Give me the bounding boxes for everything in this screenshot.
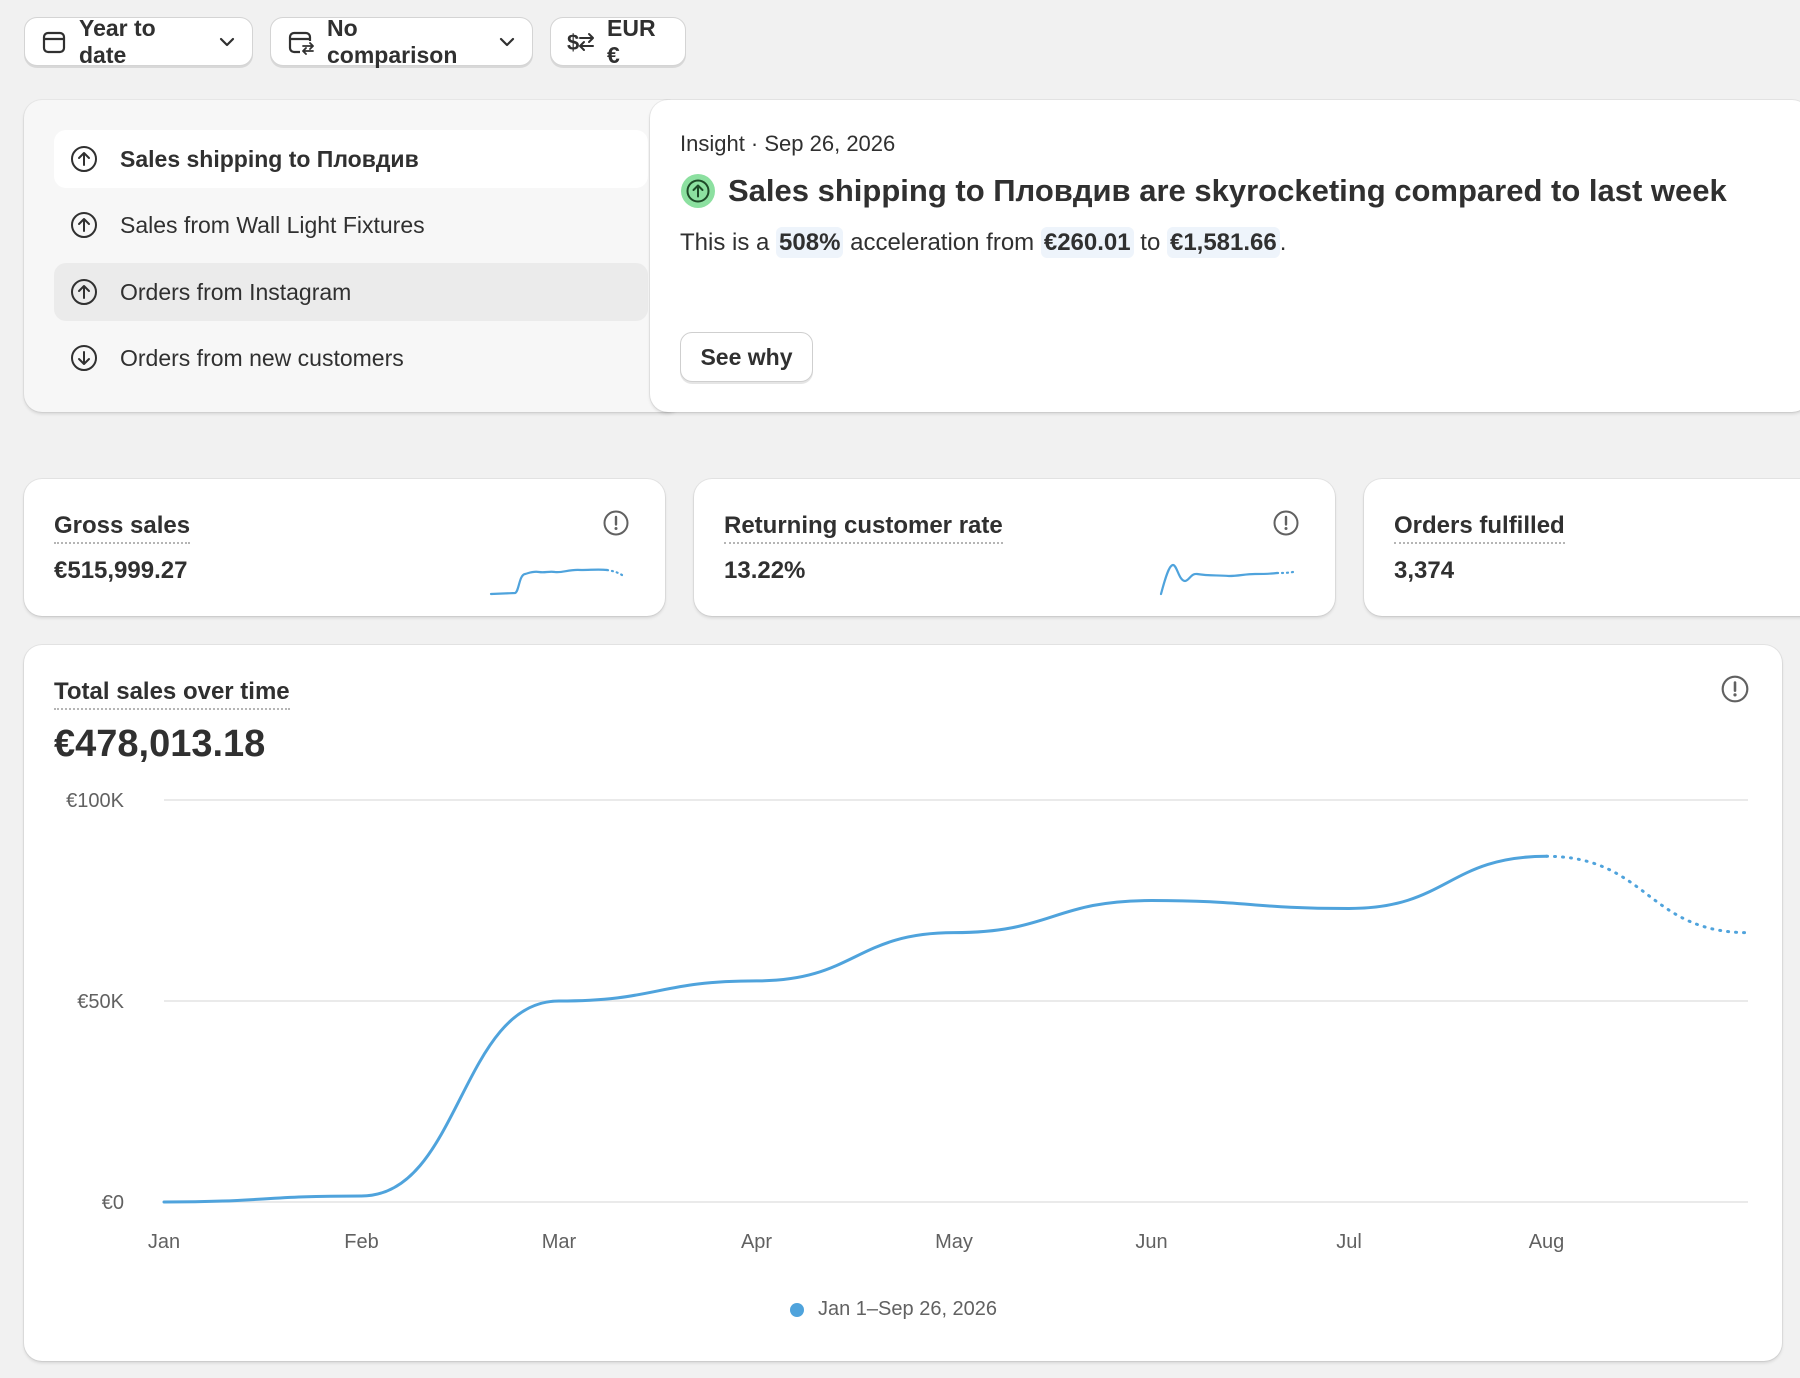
insights-list-panel: Sales shipping to Пловдив Sales from Wal…: [24, 100, 684, 412]
insight-to-value: €1,581.66: [1166, 227, 1280, 258]
insight-meta: Insight · Sep 26, 2026: [680, 131, 896, 156]
x-tick-label: Jul: [1336, 1231, 1362, 1253]
metric-card-gross-sales[interactable]: Gross sales €515,999.27: [24, 479, 665, 616]
metric-value: 13.22%: [724, 557, 806, 584]
x-axis: Jan Feb Mar Apr May Jun Jul Aug: [148, 1231, 1564, 1253]
y-axis: €0 €50K €100K: [66, 790, 124, 1214]
x-tick-label: Jun: [1135, 1231, 1167, 1253]
insight-item-wall-light[interactable]: Sales from Wall Light Fixtures: [54, 196, 648, 254]
insight-item-plovdiv[interactable]: Sales shipping to Пловдив: [54, 130, 648, 188]
currency-label: EUR €: [607, 14, 656, 68]
arrow-up-circle-icon: [71, 212, 97, 238]
calendar-compare-icon: [288, 31, 314, 55]
x-tick-label: Jan: [148, 1231, 180, 1253]
date-range-button[interactable]: Year to date: [24, 14, 253, 68]
insight-body-prefix: This is a: [680, 229, 770, 256]
insight-item-instagram[interactable]: Orders from Instagram: [54, 263, 648, 321]
calendar-icon: [42, 31, 66, 53]
sales-line-chart[interactable]: €0 €50K €100K Jan Feb Mar Apr May Jun Jul Aug: [24, 645, 1782, 1361]
x-tick-label: May: [935, 1231, 973, 1253]
arrow-up-circle-icon: [71, 146, 97, 172]
y-tick-label: €0: [102, 1192, 124, 1214]
chevron-down-icon: [499, 37, 515, 46]
see-why-button[interactable]: See why: [680, 332, 813, 382]
comparison-button[interactable]: No comparison: [270, 14, 533, 68]
insight-item-label: Orders from new customers: [120, 344, 404, 371]
insight-percent: 508%: [776, 227, 844, 258]
info-icon[interactable]: [602, 509, 630, 537]
currency-exchange-icon: $: [567, 30, 594, 54]
chart-legend[interactable]: Jan 1–Sep 26, 2026: [790, 1298, 997, 1321]
x-tick-label: Apr: [741, 1231, 772, 1253]
metric-title[interactable]: Gross sales: [54, 512, 191, 544]
returning-rate-sparkline: [1159, 563, 1295, 596]
series-line-projected: [1545, 854, 1750, 935]
legend-label: Jan 1–Sep 26, 2026: [818, 1298, 998, 1320]
info-icon[interactable]: [1272, 509, 1300, 537]
insight-item-label: Sales from Wall Light Fixtures: [120, 211, 425, 238]
svg-text:$: $: [567, 30, 579, 54]
metric-title[interactable]: Orders fulfilled: [1394, 512, 1565, 544]
metric-value: 3,374: [1394, 557, 1455, 584]
chevron-down-icon: [219, 37, 235, 46]
x-tick-label: Aug: [1529, 1231, 1565, 1253]
chart-series: [162, 854, 1750, 1204]
x-tick-label: Feb: [344, 1231, 378, 1253]
trend-up-badge-icon: [681, 174, 715, 208]
x-tick-label: Mar: [542, 1231, 577, 1253]
series-line: [162, 854, 1548, 1204]
insight-body: This is a 508% acceleration from €260.01…: [680, 227, 1287, 258]
metric-title[interactable]: Returning customer rate: [724, 512, 1003, 544]
arrow-up-circle-icon: [71, 279, 97, 305]
insight-from-value: €260.01: [1040, 227, 1134, 258]
y-tick-label: €100K: [66, 790, 124, 812]
insight-item-label: Orders from Instagram: [120, 278, 352, 305]
insight-heading: Sales shipping to Пловдив are skyrocketi…: [680, 173, 1727, 209]
legend-swatch: [790, 1302, 804, 1317]
insight-body-mid2: to: [1140, 229, 1161, 256]
date-range-label: Year to date: [79, 14, 156, 68]
comparison-label: No comparison: [327, 14, 458, 68]
insight-body-suffix: .: [1279, 229, 1287, 256]
insight-body-mid1: acceleration from: [850, 229, 1035, 256]
metric-card-returning-rate[interactable]: Returning customer rate 13.22%: [694, 479, 1335, 616]
insight-item-new-customers[interactable]: Orders from new customers: [54, 329, 648, 387]
total-sales-chart-card: Total sales over time €478,013.18 €0 €50K…: [24, 645, 1782, 1361]
metric-card-orders-fulfilled[interactable]: Orders fulfilled 3,374: [1364, 479, 1800, 616]
y-tick-label: €50K: [77, 991, 124, 1013]
insight-detail-panel: Insight · Sep 26, 2026 Sales shipping to…: [650, 100, 1800, 412]
metric-value: €515,999.27: [54, 557, 188, 584]
insight-item-label: Sales shipping to Пловдив: [120, 145, 419, 172]
arrow-down-circle-icon: [71, 345, 97, 371]
currency-button[interactable]: $ EUR €: [550, 14, 686, 68]
gross-sales-sparkline: [489, 568, 624, 596]
insight-title: Sales shipping to Пловдив are skyrocketi…: [728, 173, 1727, 208]
